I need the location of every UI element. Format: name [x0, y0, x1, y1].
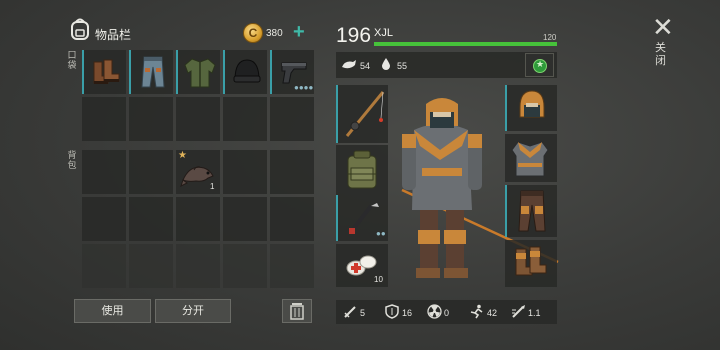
armor-jacket-icon [511, 141, 549, 177]
armor-pants-icon [518, 190, 546, 232]
equip-slot-legs[interactable] [505, 185, 557, 237]
backpack-slot-empty[interactable] [129, 197, 173, 241]
damage-multiplier-icon [512, 305, 525, 318]
backpack-slot-empty[interactable] [270, 244, 314, 288]
backpack-slot-empty[interactable] [176, 197, 220, 241]
bandage-count: 10 [374, 275, 383, 284]
sword-icon [344, 306, 356, 318]
hp-bar-fill [374, 42, 557, 46]
close-button[interactable]: ✕ [652, 12, 674, 43]
armor-boots-icon [515, 246, 547, 276]
pants-icon [141, 56, 165, 88]
pocket-slot-empty[interactable] [270, 97, 314, 141]
backpack-slot-empty[interactable] [270, 197, 314, 241]
pocket-slot-pants[interactable] [129, 50, 173, 94]
hp-bar [374, 42, 557, 46]
pocket-slot-empty[interactable] [176, 97, 220, 141]
helmet-icon [519, 90, 545, 118]
radiation-icon [427, 304, 442, 319]
equip-slot-chest[interactable] [505, 134, 557, 182]
backpack-slot-empty[interactable] [129, 244, 173, 288]
backpack-icon [71, 18, 89, 40]
close-label[interactable]: 关闭 [655, 42, 667, 68]
equip-slot-bandage[interactable]: 10 [336, 244, 388, 287]
backpack-slot-empty[interactable] [223, 150, 267, 194]
split-button[interactable]: 分开 [155, 299, 231, 323]
military-backpack-icon [347, 150, 377, 189]
player-level: 196 [336, 24, 372, 47]
radiation-value: 0 [444, 308, 450, 318]
pocket-slot-empty[interactable] [223, 97, 267, 141]
use-button[interactable]: 使用 [74, 299, 151, 323]
beanie-icon [233, 59, 261, 83]
backpack-slot-empty[interactable] [82, 150, 126, 194]
status-star-icon: ★ [533, 59, 547, 73]
backpack-slot-empty[interactable] [82, 197, 126, 241]
backpack-slot-empty[interactable] [129, 150, 173, 194]
attack-value: 5 [360, 308, 366, 318]
pocket-slot-empty[interactable] [82, 97, 126, 141]
running-icon [470, 304, 483, 319]
backpack-label: 背包 [67, 150, 77, 170]
pocket-slot-jacket[interactable] [176, 50, 220, 94]
backpack-slot-empty[interactable] [82, 244, 126, 288]
equip-slot-feet[interactable] [505, 240, 557, 287]
shield-icon [385, 304, 399, 319]
durability-dots: ●● [376, 229, 386, 238]
add-coins-button[interactable]: + [293, 21, 305, 44]
fishing-rod-icon [345, 91, 385, 137]
equip-slot-melee[interactable]: ●● [336, 195, 388, 241]
food-icon [342, 60, 356, 69]
durability-dots: ●●●● [294, 83, 314, 92]
pocket-slot-beanie[interactable] [223, 50, 267, 94]
jacket-icon [184, 58, 216, 88]
backpack-slot-empty[interactable] [176, 244, 220, 288]
coin-icon: C [243, 23, 263, 43]
water-drop-icon [382, 58, 390, 70]
equip-slot-backpack[interactable] [336, 145, 388, 195]
player-name: XJL [374, 27, 393, 39]
inventory-title: 物品栏 [95, 28, 132, 42]
equip-slot-fishing-rod[interactable] [336, 85, 388, 143]
item-count: 1 [210, 182, 215, 191]
backpack-slot-empty[interactable] [223, 244, 267, 288]
hp-max: 120 [543, 33, 557, 42]
trash-button[interactable] [282, 299, 312, 323]
pocket-slot-boots[interactable] [82, 50, 126, 94]
defense-value: 16 [402, 308, 413, 318]
pocket-slot-empty[interactable] [129, 97, 173, 141]
backpack-slot-empty[interactable] [270, 150, 314, 194]
speed-value: 42 [487, 308, 498, 318]
damage-multiplier-value: 1.1 [528, 308, 541, 318]
status-indicator-button[interactable]: ★ [525, 53, 554, 77]
equip-slot-head[interactable] [505, 85, 557, 131]
pocket-slot-pistol[interactable]: ●●●● [270, 50, 314, 94]
pockets-label: 口袋 [67, 50, 77, 70]
trash-icon [290, 303, 304, 320]
backpack-slot-empty[interactable] [223, 197, 267, 241]
backpack-slot-fish[interactable]: ★ 1 [176, 150, 220, 194]
coin-count: 380 [266, 28, 283, 39]
boots-icon [93, 59, 120, 84]
food-value: 54 [360, 61, 371, 71]
water-value: 55 [397, 61, 408, 71]
